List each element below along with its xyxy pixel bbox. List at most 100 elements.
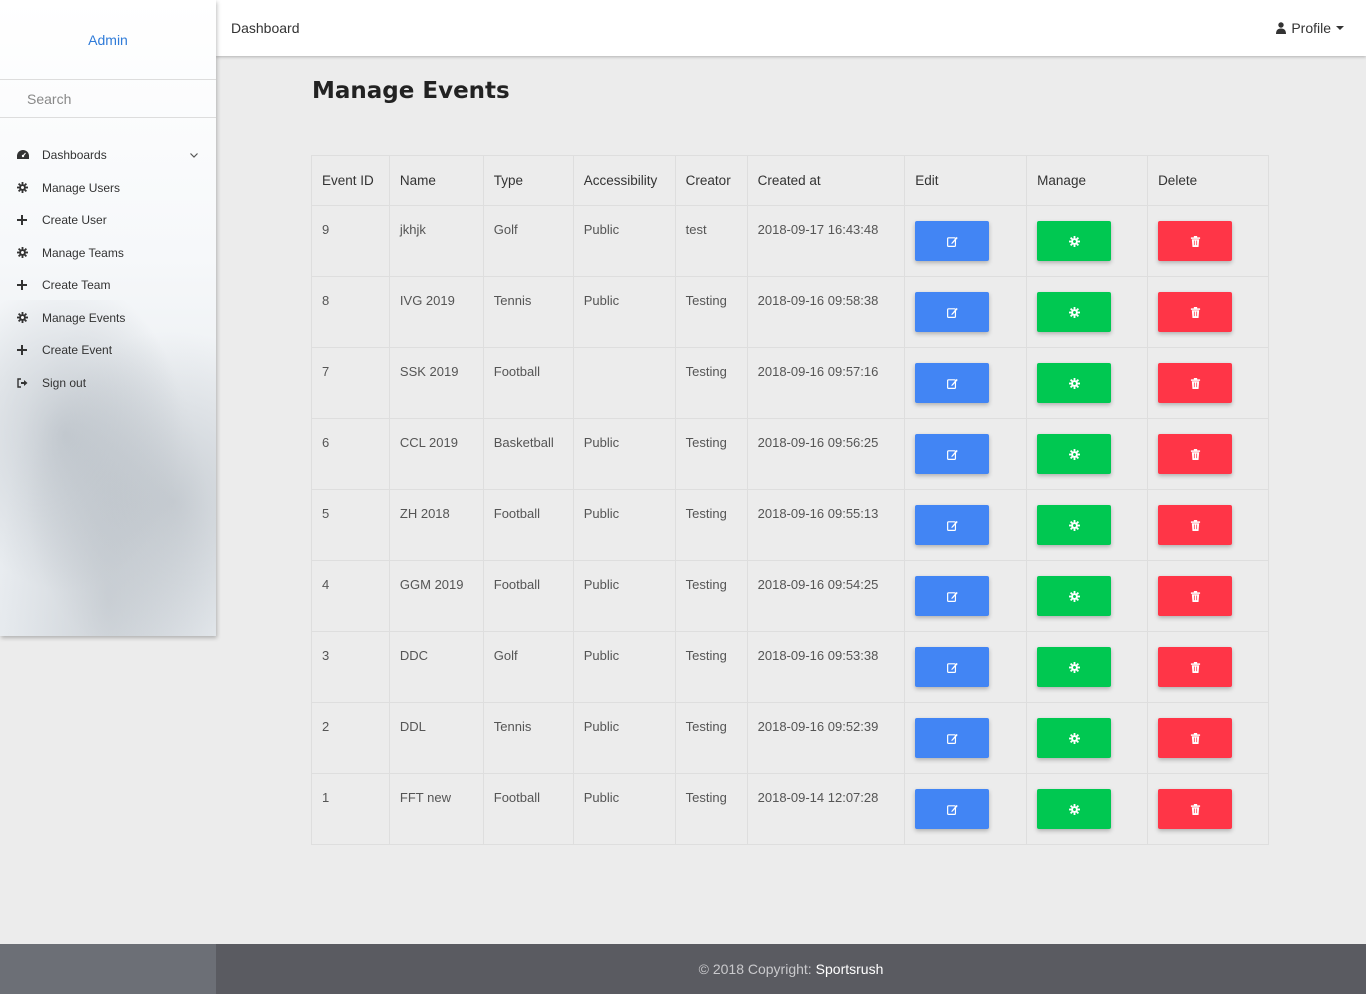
sidebar-item-label: Create Team: [42, 278, 111, 293]
plus-icon: [17, 280, 42, 291]
edit-cell: [904, 276, 1028, 348]
manage-event-button[interactable]: [1037, 647, 1112, 687]
gear-icon: [1068, 803, 1080, 815]
sidebar-search: [0, 80, 216, 118]
event-creator-cell: Testing: [674, 489, 748, 561]
manage-event-button[interactable]: [1037, 221, 1112, 261]
profile-label: Profile: [1291, 20, 1331, 36]
event-created-at-cell: 2018-09-16 09:54:25: [746, 560, 906, 632]
manage-event-button[interactable]: [1037, 434, 1112, 474]
sidebar-item-manage-users[interactable]: Manage Users: [0, 172, 216, 205]
delete-event-button[interactable]: [1158, 505, 1233, 545]
events-table: Event ID Name Type Accessibility Creator…: [311, 155, 1269, 845]
edit-cell: [904, 631, 1028, 703]
edit-event-button[interactable]: [915, 221, 990, 261]
gear-icon: [1068, 661, 1080, 673]
event-created-at-cell: 2018-09-16 09:53:38: [746, 631, 906, 703]
manage-cell: [1026, 773, 1149, 845]
sidebar-item-label: Create Event: [42, 343, 113, 358]
sidebar-item-create-team[interactable]: Create Team: [0, 269, 216, 302]
event-id-cell: 1: [311, 773, 390, 845]
manage-cell: [1026, 702, 1149, 774]
edit-event-button[interactable]: [915, 363, 990, 403]
sidebar-item-label: Create User: [42, 213, 107, 228]
footer-brand-link[interactable]: Sportsrush: [816, 961, 884, 977]
event-creator-cell: test: [674, 205, 748, 277]
trash-icon: [1190, 306, 1201, 318]
page: Admin Dashboards Manage Users Create User M…: [0, 0, 1366, 994]
sidebar-item-dashboards[interactable]: Dashboards: [0, 139, 216, 172]
delete-cell: [1147, 276, 1269, 348]
chevron-down-icon: [190, 150, 198, 161]
gear-icon: [1068, 306, 1080, 318]
table-row: 6 CCL 2019 Basketball Public Testing 2018-09-…: [311, 418, 1269, 490]
delete-event-button[interactable]: [1158, 647, 1233, 687]
event-id-cell: 9: [311, 205, 390, 277]
column-header: Type: [482, 155, 574, 206]
table-header-row: Event ID Name Type Accessibility Creator…: [311, 155, 1269, 206]
gear-icon: [1068, 235, 1080, 247]
delete-cell: [1147, 347, 1269, 419]
delete-event-button[interactable]: [1158, 789, 1233, 829]
gear-icon: [1068, 519, 1080, 531]
sidebar-item-create-user[interactable]: Create User: [0, 204, 216, 237]
event-id-cell: 4: [311, 560, 390, 632]
edit-event-button[interactable]: [915, 576, 990, 616]
search-input[interactable]: [0, 80, 216, 117]
manage-event-button[interactable]: [1037, 789, 1112, 829]
delete-event-button[interactable]: [1158, 221, 1233, 261]
edit-event-button[interactable]: [915, 647, 990, 687]
table-row: 4 GGM 2019 Football Public Testing 2018-09-16…: [311, 560, 1269, 632]
edit-icon: [946, 804, 958, 815]
event-name-cell: IVG 2019: [388, 276, 484, 348]
delete-event-button[interactable]: [1158, 576, 1233, 616]
manage-event-button[interactable]: [1037, 576, 1112, 616]
brand-link[interactable]: Admin: [88, 32, 128, 48]
event-accessibility-cell: Public: [572, 560, 676, 632]
sidebar-item-label: Manage Teams: [42, 245, 124, 260]
edit-event-button[interactable]: [915, 718, 990, 758]
event-accessibility-cell: Public: [572, 276, 676, 348]
manage-cell: [1026, 205, 1149, 277]
delete-event-button[interactable]: [1158, 434, 1233, 474]
manage-event-button[interactable]: [1037, 505, 1112, 545]
delete-cell: [1147, 418, 1269, 490]
edit-event-button[interactable]: [915, 505, 990, 545]
event-name-cell: jkhjk: [388, 205, 484, 277]
event-creator-cell: Testing: [674, 773, 748, 845]
sidebar-item-manage-teams[interactable]: Manage Teams: [0, 237, 216, 270]
event-creator-cell: Testing: [674, 418, 748, 490]
column-header: Event ID: [311, 155, 390, 206]
dashboard-icon: [17, 150, 42, 160]
edit-cell: [904, 418, 1028, 490]
event-name-cell: DDL: [388, 702, 484, 774]
delete-event-button[interactable]: [1158, 718, 1233, 758]
sidebar-item-manage-events[interactable]: Manage Events: [0, 302, 216, 335]
edit-event-button[interactable]: [915, 292, 990, 332]
edit-event-button[interactable]: [915, 789, 990, 829]
sidebar-item-sign-out[interactable]: Sign out: [0, 367, 216, 400]
event-created-at-cell: 2018-09-16 09:52:39: [746, 702, 906, 774]
table-row: 1 FFT new Football Public Testing 2018-09-14 …: [311, 773, 1269, 845]
delete-event-button[interactable]: [1158, 292, 1233, 332]
event-id-cell: 2: [311, 702, 390, 774]
table-row: 5 ZH 2018 Football Public Testing 2018-09-16 …: [311, 489, 1269, 561]
event-type-cell: Football: [482, 347, 574, 419]
sidebar-item-label: Sign out: [42, 375, 87, 390]
manage-cell: [1026, 276, 1149, 348]
edit-event-button[interactable]: [915, 434, 990, 474]
manage-event-button[interactable]: [1037, 363, 1112, 403]
delete-cell: [1147, 205, 1269, 277]
edit-cell: [904, 773, 1028, 845]
manage-event-button[interactable]: [1037, 292, 1112, 332]
manage-event-button[interactable]: [1037, 718, 1112, 758]
sidebar-item-label: Manage Users: [42, 180, 121, 195]
column-header: Accessibility: [572, 155, 676, 206]
sidebar-item-create-event[interactable]: Create Event: [0, 334, 216, 367]
event-created-at-cell: 2018-09-17 16:43:48: [746, 205, 906, 277]
navbar-title[interactable]: Dashboard: [231, 20, 300, 36]
event-accessibility-cell: Public: [572, 773, 676, 845]
profile-dropdown[interactable]: Profile: [1276, 20, 1344, 36]
gear-icon: [1068, 448, 1080, 460]
delete-event-button[interactable]: [1158, 363, 1233, 403]
